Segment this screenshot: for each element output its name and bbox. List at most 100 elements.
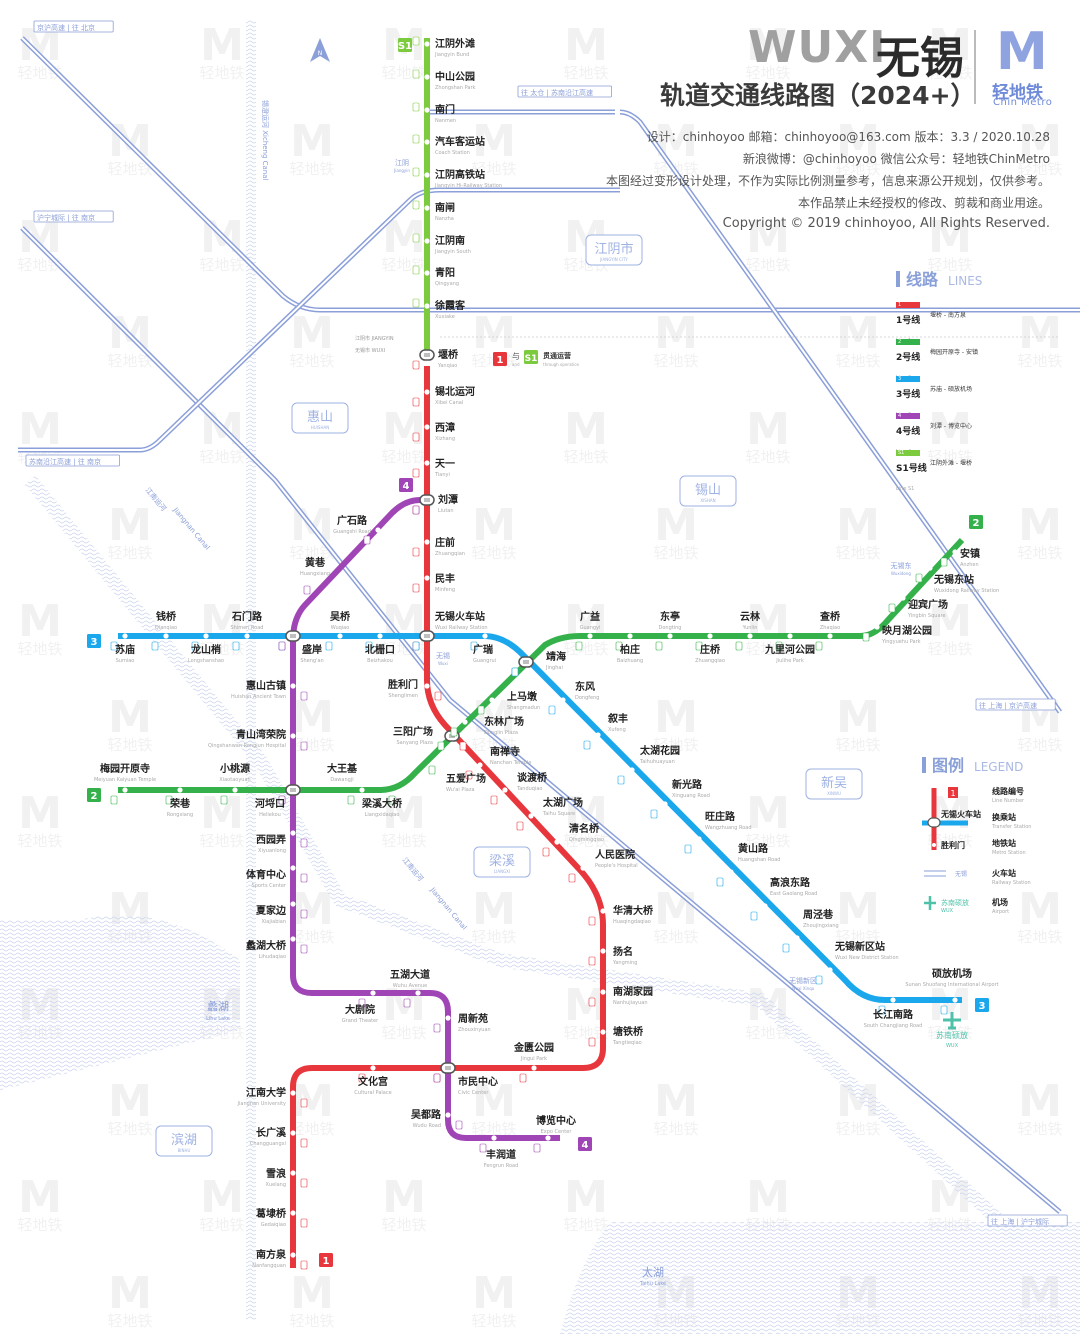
station-name: 无锡火车站: [434, 610, 485, 623]
station-dot: [477, 762, 483, 768]
station-name-en: Liutan: [438, 508, 454, 514]
station-number-icon: [300, 1098, 308, 1108]
highway-tag-label: 苏南沿江高速 | 往 南京: [29, 457, 101, 466]
station-name: 无锡东站: [933, 573, 974, 586]
lines-title-en: LINES: [948, 274, 983, 288]
line-legend-item: S1 S1号线 Line S1 江阴外滩 - 堰桥: [896, 450, 972, 494]
station-name-en: Huishan Ancient Town: [231, 694, 286, 700]
station-dot: [900, 595, 906, 601]
station-dot: [290, 865, 296, 871]
station-number-icon: [403, 998, 411, 1008]
station-number-icon: [300, 1260, 308, 1270]
station-name-en: Xinguang Road: [672, 793, 710, 799]
station-dot: [370, 990, 376, 996]
watermark-text: 轻地铁: [835, 352, 880, 370]
district-name: 新吴: [821, 775, 847, 791]
station-name: 查桥: [819, 610, 841, 623]
station-dot: [600, 948, 606, 954]
legend-station-dot: [932, 843, 936, 847]
legend-label-en: Airport: [992, 909, 1010, 915]
station-number-icon: [412, 102, 420, 112]
station-name: 五湖大道: [390, 968, 430, 981]
station-number-icon: [412, 265, 420, 275]
station-dot: [424, 139, 430, 145]
station-name: 云林: [740, 610, 761, 623]
watermark-text: 轻地铁: [653, 544, 698, 562]
through-note-and-en: and: [512, 362, 520, 367]
transfer-station-icon: [518, 656, 534, 668]
station-name: 广益: [580, 610, 600, 623]
station-dot: [424, 270, 430, 276]
station-dot: [424, 107, 430, 113]
jiangnan-canal-label-en-2: Jiangnan Canal: [428, 885, 468, 931]
station-name: 盛岸: [302, 643, 322, 656]
watermark-text: 轻地铁: [471, 928, 516, 946]
s1-badge-label: S1: [398, 41, 412, 52]
station-name-en: Jiangyin South: [434, 249, 471, 255]
station-name: 黄巷: [305, 556, 326, 569]
compass-letter: N: [318, 50, 323, 57]
station-name: 苏庙: [115, 643, 135, 656]
station-dot: [370, 1065, 376, 1071]
station-name-en: Yanqiao: [437, 363, 457, 369]
station-name: 谈渡桥: [517, 771, 548, 784]
station-name-en: Yunlin: [742, 625, 758, 631]
district-name-en: JIANGYIN CITY: [599, 257, 628, 262]
station-dot: [337, 633, 343, 639]
legend-sample-airport-en: WUX: [941, 908, 954, 914]
station-name: 胜利门: [387, 678, 418, 691]
station-number-icon: [575, 641, 583, 651]
station-name: 大王基: [327, 762, 358, 775]
station-name: 新光路: [672, 778, 703, 791]
station-name-en: Minfeng: [435, 587, 455, 593]
station-number-icon: [412, 69, 420, 79]
station-name: 江阴外滩: [435, 37, 475, 50]
station-name: 南门: [435, 103, 455, 116]
watermark-text: 轻地铁: [381, 1024, 426, 1042]
station-number-icon: [533, 1143, 541, 1153]
station-dot: [600, 1029, 606, 1035]
legend-transfer-icon: [927, 817, 941, 828]
station-name-en: Wuxi New District Station: [835, 955, 899, 961]
line4-badge-label: 4: [403, 481, 410, 492]
station-name: 周泾巷: [803, 908, 834, 921]
station-dot: [747, 633, 753, 639]
station-name-en: Beizhakou: [367, 658, 393, 664]
station-number-icon: [617, 775, 625, 785]
station-name: 上马墩: [507, 690, 538, 703]
watermark-text: 轻地铁: [381, 448, 426, 466]
line-name: 1号线: [896, 316, 921, 326]
watermark-text: 轻地铁: [563, 1216, 608, 1234]
station-number-icon: [412, 505, 420, 515]
header-divider: [974, 30, 976, 104]
station-name: 博览中心: [536, 1114, 576, 1127]
railway-station-wuxidong: 无锡东: [891, 561, 912, 570]
jiangnan-canal-label-en: Jiangnan Canal: [171, 505, 211, 551]
station-name-en: Donglin Plaza: [484, 730, 518, 736]
station-name-en: Shimen Road: [231, 625, 264, 631]
station-number-icon: [588, 916, 596, 926]
station-name-en: Nanzha: [435, 216, 454, 222]
jiangnan-canal-label-2: 江南运河: [400, 856, 425, 883]
airport-code: WUX: [946, 1043, 959, 1049]
station-name: 柏庄: [620, 643, 640, 656]
station-name: 南方泉: [256, 1248, 287, 1261]
watermark-text: 轻地铁: [1017, 544, 1062, 562]
station-name-en: Zhouxinyuan: [458, 1027, 491, 1033]
station-dot: [445, 1112, 451, 1118]
station-dot: [415, 990, 421, 996]
station-name: 高浪东路: [770, 876, 811, 889]
station-name-en: Nanhujiayuan: [613, 1000, 648, 1006]
station-name: 扬名: [613, 945, 633, 958]
station-name: 庄前: [435, 536, 455, 549]
station-number-icon: [477, 705, 485, 715]
station-number-icon: [782, 943, 790, 953]
station-name-en: Civic Center: [458, 1090, 489, 1096]
station-name-en: Guangyi: [580, 625, 601, 631]
station-name: 江南大学: [246, 1086, 286, 1099]
station-name: 中山公园: [435, 70, 475, 83]
station-name: 靖海: [546, 650, 566, 663]
legend-label: 线路编号: [992, 787, 1024, 796]
watermark-text: 轻地铁: [289, 928, 334, 946]
station-name-en: Wangzhuang Road: [705, 825, 752, 831]
